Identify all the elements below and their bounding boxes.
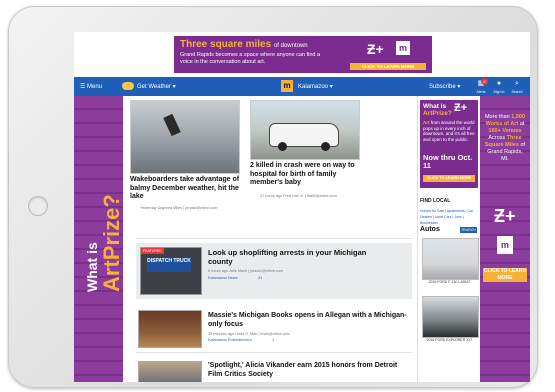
story-meta: 35 minutes ago Linda S. Mah | lmah@mlive… bbox=[208, 332, 290, 336]
find-local-title: FIND LOCAL bbox=[420, 198, 451, 204]
artprize-logo-icon: Ƶ+ bbox=[367, 41, 384, 57]
story-headline[interactable]: Massie's Michigan Books opens in Allegan… bbox=[208, 312, 408, 329]
search-button[interactable]: ⌕ Search bbox=[508, 80, 526, 96]
alerts-label: Alerts bbox=[476, 90, 486, 94]
story-section-link[interactable]: Kalamazoo News bbox=[208, 276, 238, 281]
top-ad-text: Grand Rapids becomes a space where anyon… bbox=[180, 52, 321, 65]
search-icon: ⌕ bbox=[515, 80, 519, 87]
mlive-logo-icon[interactable]: m bbox=[281, 80, 293, 92]
rb-at: at bbox=[519, 121, 525, 127]
signin-button[interactable]: ● Sign In bbox=[490, 80, 508, 96]
right-skyscraper-ad[interactable]: More than 1,500 Works of Art at 160+ Ven… bbox=[480, 96, 530, 382]
story-section-link[interactable]: Kalamazoo Entertainment bbox=[208, 338, 252, 343]
weather-link[interactable]: Get Weather ▾ bbox=[137, 83, 176, 90]
car-caption[interactable]: 2016 FORD EXPLORER XLT bbox=[422, 338, 477, 342]
artprize-logo-icon: Ƶ+ bbox=[494, 206, 516, 226]
right-ad-body-text: from around the world pops up in every i… bbox=[423, 120, 475, 142]
rider-figure bbox=[163, 113, 181, 137]
right-ad-title1: What is bbox=[423, 103, 447, 110]
user-icon: ● bbox=[496, 80, 502, 87]
tablet-frame: Three square miles of downtown Grand Rap… bbox=[8, 6, 538, 388]
story-meta: Yesterday Daybrea Miles | pmask@mlive.co… bbox=[140, 206, 218, 210]
mlive-logo-icon: m bbox=[497, 236, 513, 254]
rb-across: Across bbox=[488, 135, 506, 141]
featured-story-card[interactable]: FEATURED DISPATCH TRUCK Look up shoplift… bbox=[136, 243, 412, 299]
city-selector[interactable]: Kalamazoo ▾ bbox=[298, 83, 333, 90]
main-feed: Wakeboarders take advantage of balmy Dec… bbox=[130, 100, 414, 382]
find-local-links[interactable]: Homes for Sale | Apartments | Car Dealer… bbox=[420, 208, 478, 226]
comment-count[interactable]: 41 bbox=[258, 276, 262, 281]
wakeboard-photo[interactable] bbox=[130, 100, 240, 174]
crash-photo[interactable] bbox=[250, 100, 360, 160]
city-label: Kalamazoo bbox=[298, 84, 329, 90]
home-button[interactable] bbox=[28, 196, 48, 216]
story-headline[interactable]: 2 killed in crash were on way to hospita… bbox=[250, 162, 362, 188]
police-car bbox=[269, 123, 339, 151]
top-ad-bar: Three square miles of downtown Grand Rap… bbox=[74, 32, 530, 77]
story-meta: 17 hours ago Fred Hall Jr. | fhall2@mliv… bbox=[260, 194, 337, 198]
car-caption[interactable]: 2016 FORD F-150 LARIAT bbox=[422, 280, 477, 284]
story-meta: 6 hours ago Julie Mack | jmack1@mlive.co… bbox=[208, 269, 284, 273]
left-ad-line1: What is bbox=[84, 242, 100, 292]
weather-icon[interactable] bbox=[122, 82, 134, 90]
rb-venues: 160+ Venues bbox=[488, 128, 522, 134]
featured-tag: FEATURED bbox=[141, 248, 164, 254]
story-headline[interactable]: 'Spotlight,' Alicia Vikander earn 2015 h… bbox=[208, 362, 408, 379]
top-ad-headline-text: Three square miles bbox=[180, 39, 272, 50]
rb-more: More than bbox=[484, 114, 510, 120]
divider bbox=[136, 238, 412, 239]
search-label: Search bbox=[511, 90, 523, 94]
right-banner-text: More than 1,500 Works of Art at 160+ Ven… bbox=[483, 114, 527, 163]
top-ad-headline: Three square miles of downtown bbox=[180, 39, 308, 50]
menu-label: Menu bbox=[87, 84, 103, 90]
right-ad-art: Art bbox=[423, 120, 430, 125]
bookstore-photo[interactable] bbox=[138, 310, 202, 348]
left-skyscraper-ad[interactable]: What is ArtPrize? bbox=[74, 96, 124, 382]
signin-label: Sign In bbox=[493, 90, 505, 94]
right-rail: What is ArtPrize? Ƶ+ Art from around the … bbox=[420, 100, 479, 382]
right-ad-title2: ArtPrize? bbox=[423, 110, 452, 117]
story-headline[interactable]: Look up shoplifting arrests in your Mich… bbox=[208, 248, 378, 266]
nav-bar: ☰ Menu Get Weather ▾ m Kalamazoo ▾ Subsc… bbox=[74, 77, 530, 96]
weather-label: Get Weather bbox=[137, 84, 171, 90]
artprize-box-ad[interactable]: What is ArtPrize? Ƶ+ Art from around the … bbox=[420, 100, 478, 188]
right-banner-cta-button[interactable]: CLICK TO LEARN MORE bbox=[483, 268, 527, 282]
top-ad-cta-button[interactable]: CLICK TO LEARN MORE bbox=[350, 63, 426, 70]
dispatch-sign: DISPATCH TRUCK bbox=[147, 258, 191, 272]
alerts-badge: 6 bbox=[481, 78, 488, 85]
top-ad-headline-suffix: of downtown bbox=[273, 43, 308, 49]
divider bbox=[136, 352, 412, 353]
comment-count[interactable]: 1 bbox=[272, 338, 274, 343]
car-listing-image[interactable] bbox=[422, 238, 479, 280]
subscribe-link[interactable]: Subscribe ▾ bbox=[429, 83, 460, 90]
screen: Three square miles of downtown Grand Rap… bbox=[74, 32, 530, 382]
alerts-button[interactable]: ▦ 6 Alerts bbox=[472, 78, 490, 96]
shoplifting-photo[interactable]: FEATURED DISPATCH TRUCK bbox=[140, 247, 202, 295]
right-ad-body: Art from around the world pops up in eve… bbox=[423, 120, 477, 142]
spotlight-photo[interactable] bbox=[138, 361, 202, 382]
left-ad-title: What is ArtPrize? bbox=[80, 162, 124, 292]
menu-button[interactable]: ☰ Menu bbox=[80, 83, 102, 90]
top-ad-banner[interactable]: Three square miles of downtown Grand Rap… bbox=[174, 36, 432, 73]
autos-title: Autos bbox=[420, 226, 440, 233]
column-divider bbox=[417, 96, 418, 382]
story-headline[interactable]: Wakeboarders take advantage of balmy Dec… bbox=[130, 176, 242, 202]
subscribe-label: Subscribe bbox=[429, 84, 456, 90]
autos-search-button[interactable]: SEARCH bbox=[460, 227, 477, 233]
right-ad-cta-button[interactable]: CLICK TO LEARN MORE bbox=[423, 175, 475, 182]
artprize-logo-icon: Ƶ+ bbox=[454, 102, 468, 114]
left-ad-line2: ArtPrize? bbox=[99, 194, 124, 292]
car-listing-image[interactable] bbox=[422, 296, 479, 338]
right-ad-title: What is ArtPrize? bbox=[423, 103, 452, 117]
right-ad-dates: Now thru Oct. 11 bbox=[423, 153, 473, 170]
mlive-logo-icon: m bbox=[396, 41, 410, 55]
